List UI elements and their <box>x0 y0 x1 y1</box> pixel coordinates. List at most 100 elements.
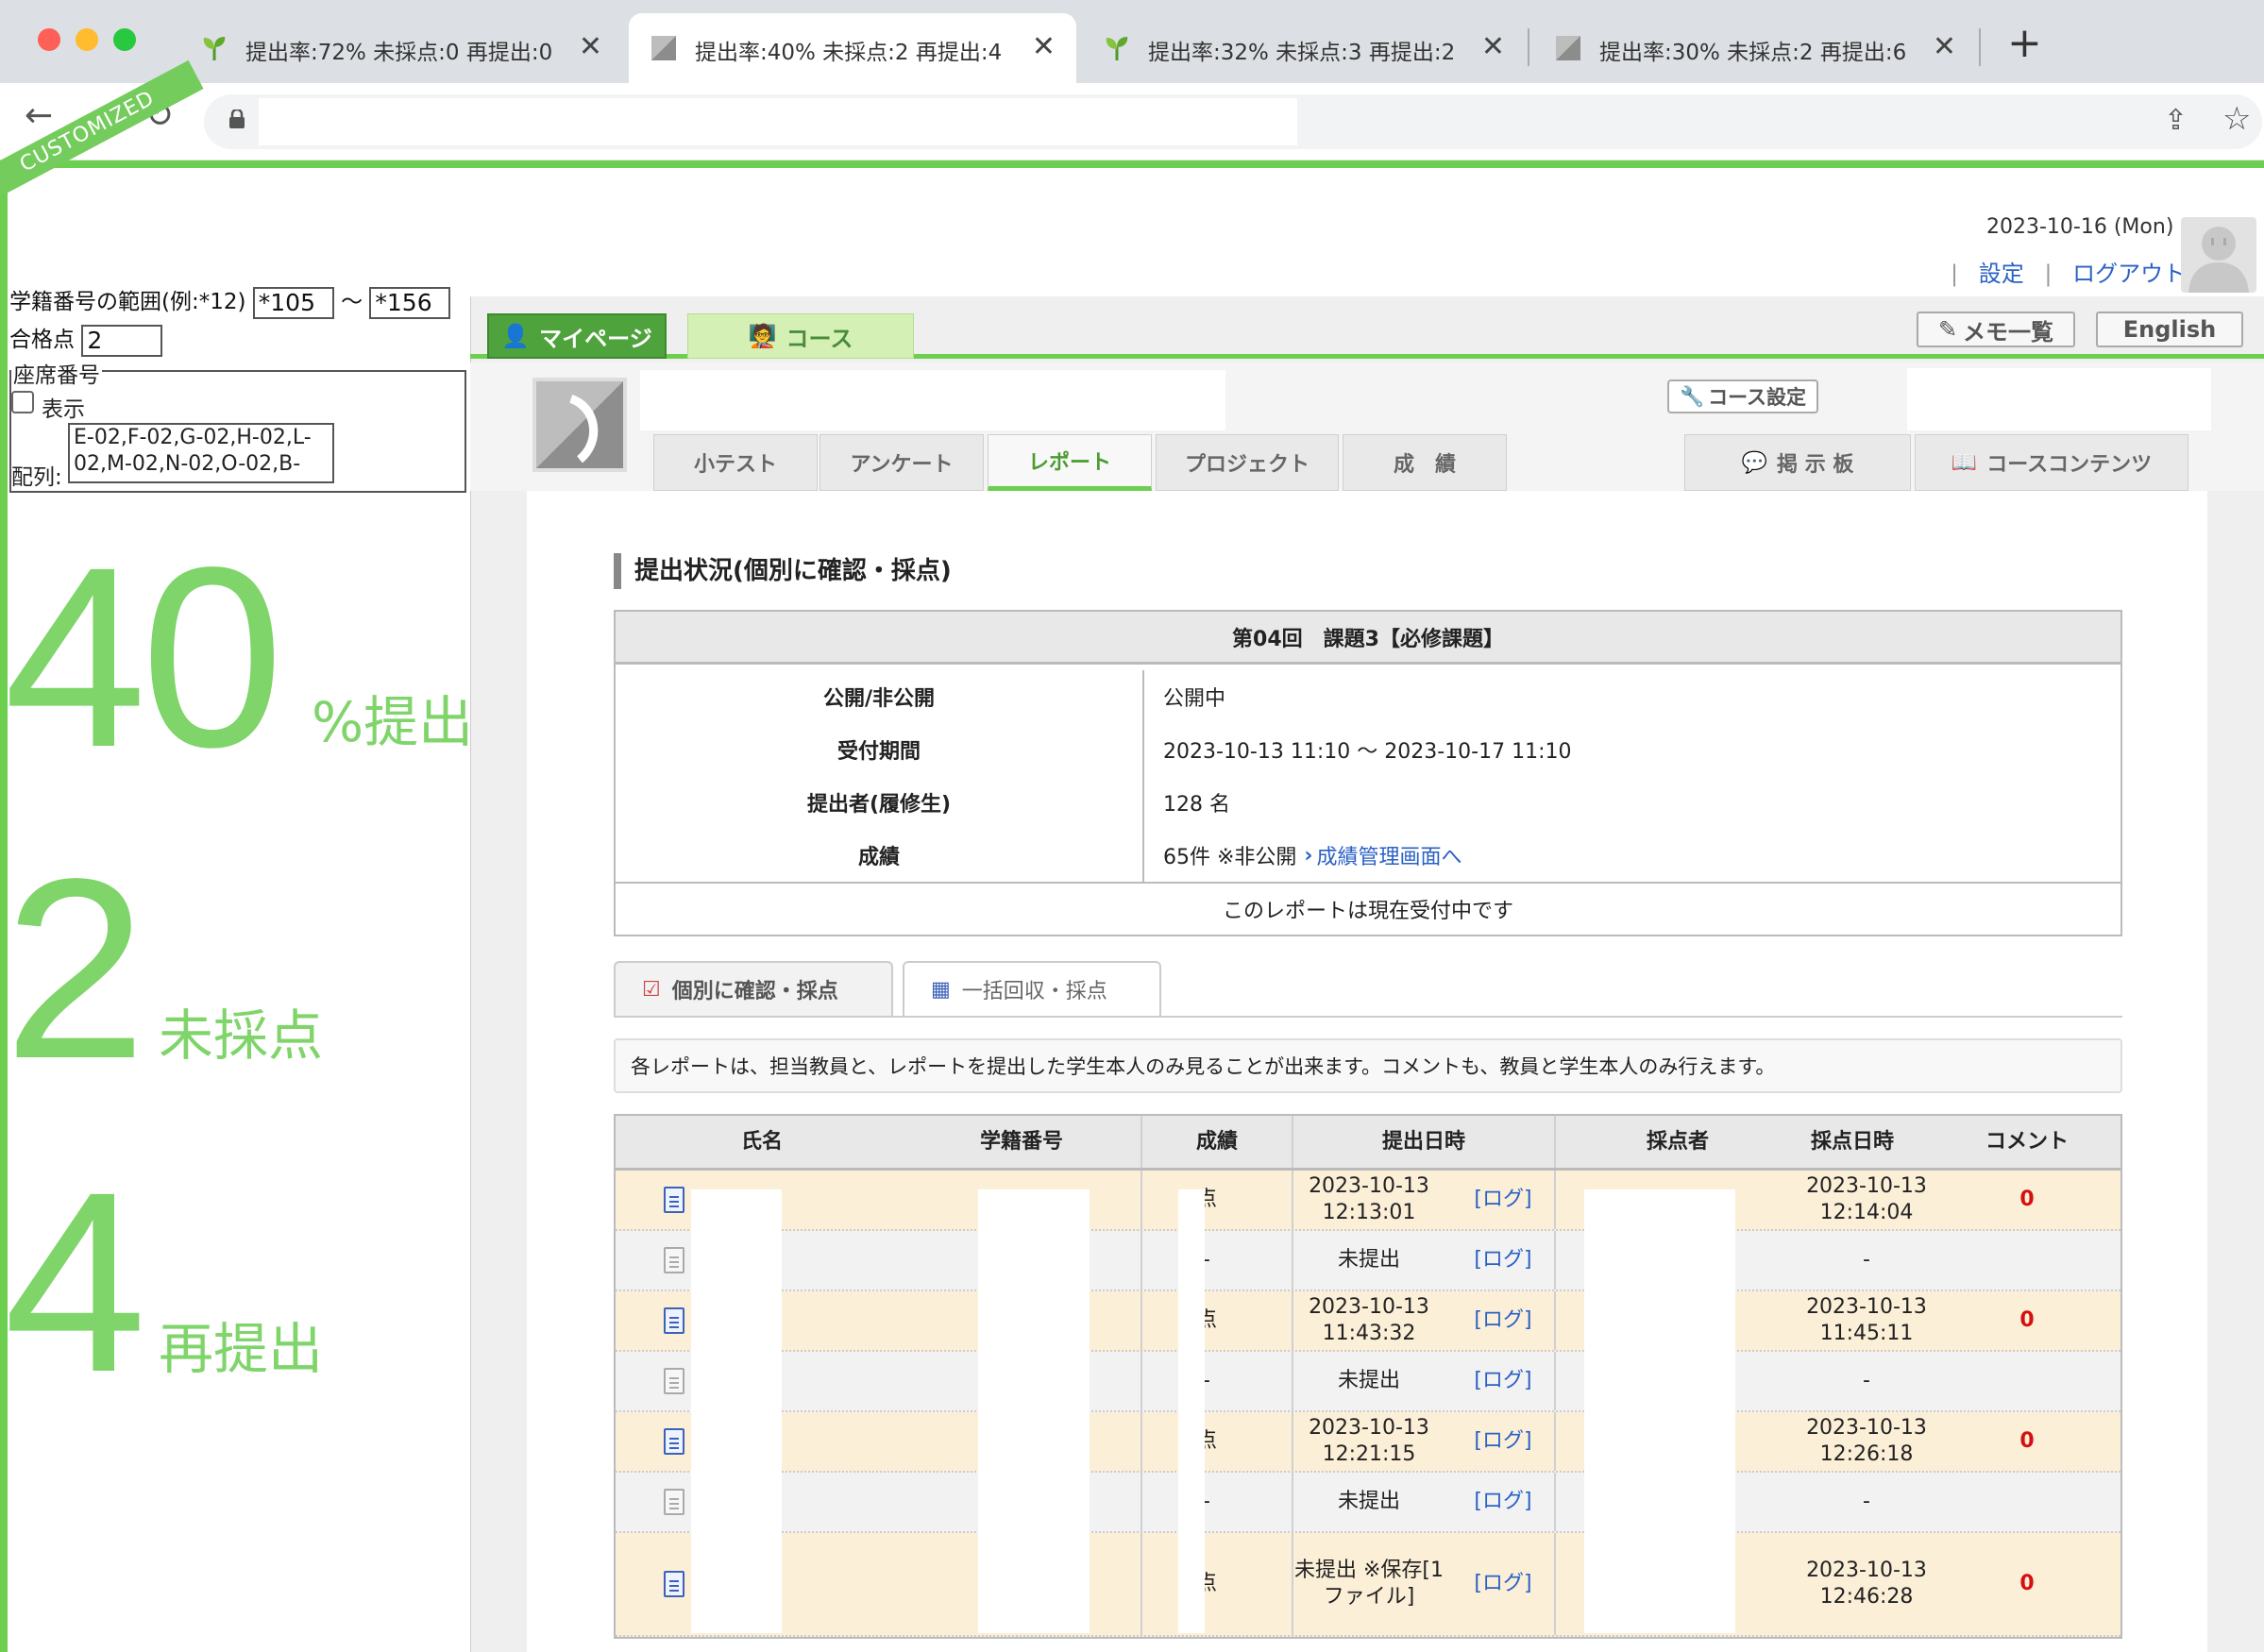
submit-rate-value: 40 <box>4 514 284 801</box>
report-file-icon[interactable] <box>653 1291 695 1350</box>
info-row-period: 受付期間 2023-10-13 11:10 〜 2023-10-17 11:10 <box>616 723 2120 776</box>
course-setting-button[interactable]: 🔧 コース設定 <box>1667 379 1818 413</box>
col-student-id[interactable]: 学籍番号 <box>946 1116 1097 1168</box>
graded-cell: 2023-10-13 12:46:28 <box>1806 1559 1927 1609</box>
subtab-project[interactable]: プロジェクト <box>1156 434 1339 491</box>
grade-management-link[interactable]: 成績管理画面へ <box>1317 840 1462 870</box>
teacher-board-icon: 🧑‍🏫 <box>748 323 777 349</box>
comment-count[interactable] <box>1956 1473 2098 1531</box>
avatar[interactable] <box>2181 217 2256 293</box>
log-link[interactable]: [ログ] <box>1465 1231 1541 1290</box>
pass-label: 合格点 <box>9 328 75 352</box>
privacy-notice: 各レポートは、担当教員と、レポートを提出した学生本人のみ見ることが出来ます。コメ… <box>614 1038 2122 1093</box>
log-link[interactable]: [ログ] <box>1465 1291 1541 1350</box>
log-link[interactable]: [ログ] <box>1465 1473 1541 1531</box>
range-separator: 〜 <box>341 290 363 314</box>
english-button[interactable]: English <box>2096 312 2243 347</box>
settings-link[interactable]: 設定 <box>1979 261 2024 287</box>
col-submitted[interactable]: 提出日時 <box>1293 1116 1554 1168</box>
subtab-board[interactable]: 💬 掲 示 板 <box>1684 434 1911 491</box>
speech-bubble-icon: 💬 <box>1741 450 1768 475</box>
close-icon[interactable]: ✕ <box>1933 30 1956 63</box>
subtab-report[interactable]: レポート <box>988 434 1152 491</box>
report-file-icon[interactable] <box>653 1171 695 1229</box>
url-field[interactable] <box>259 98 1297 145</box>
header-links: | 設定 | ログアウト <box>1951 255 2186 288</box>
tab-course[interactable]: 🧑‍🏫 コース <box>687 313 914 359</box>
log-link[interactable]: [ログ] <box>1465 1352 1541 1410</box>
comment-count[interactable]: 0 <box>1956 1412 2098 1471</box>
submitted-cell: 2023-10-13 12:21:15 <box>1309 1416 1429 1466</box>
report-file-icon[interactable] <box>653 1231 695 1290</box>
comment-count[interactable]: 0 <box>1956 1533 2098 1635</box>
tab-mypage[interactable]: 👤 マイページ <box>487 313 667 359</box>
browser-tab[interactable]: 提出率:32% 未採点:3 再提出:2 ✕ <box>1082 13 1526 83</box>
col-divider <box>1554 1352 1556 1410</box>
close-icon[interactable]: ✕ <box>1032 30 1056 63</box>
grade-mask <box>1178 1189 1205 1633</box>
new-tab-button[interactable]: + <box>2007 19 2042 67</box>
back-arrow-icon[interactable]: ← <box>25 96 53 135</box>
window-minimize-button[interactable] <box>76 28 98 51</box>
col-grader[interactable]: 採点者 <box>1607 1116 1749 1168</box>
address-bar[interactable] <box>204 94 2262 149</box>
subtab-grades[interactable]: 成 績 <box>1343 434 1507 491</box>
course-name <box>640 370 1225 430</box>
report-file-icon[interactable] <box>653 1533 695 1635</box>
resubmit-label: 再提出 <box>159 1317 324 1381</box>
col-graded[interactable]: 採点日時 <box>1749 1116 1956 1168</box>
tab-label: 一括回収・採点 <box>961 980 1107 1003</box>
range-from-input[interactable]: *105 <box>252 286 334 319</box>
subtab-course-contents[interactable]: 📖 コースコンテンツ <box>1915 434 2188 491</box>
report-file-icon[interactable] <box>653 1412 695 1471</box>
course-logo-image <box>536 381 623 468</box>
log-link[interactable]: [ログ] <box>1465 1533 1541 1635</box>
log-link[interactable]: [ログ] <box>1465 1412 1541 1471</box>
window-close-button[interactable] <box>38 28 60 51</box>
browser-tab-active[interactable]: 提出率:40% 未採点:2 再提出:4 ✕ <box>629 13 1076 83</box>
tab-bulk-grading[interactable]: ▦ 一括回収・採点 <box>903 961 1161 1016</box>
close-icon[interactable]: ✕ <box>1481 30 1505 63</box>
tab-individual-grading[interactable]: ☑ 個別に確認・採点 <box>614 961 893 1016</box>
subtab-survey[interactable]: アンケート <box>819 434 984 491</box>
range-row: 学籍番号の範囲(例:*12) *105 〜 *156 <box>9 283 451 319</box>
col-divider <box>1554 1533 1556 1635</box>
pass-score-input[interactable]: 2 <box>81 324 163 357</box>
bookmark-star-icon[interactable]: ☆ <box>2222 100 2251 138</box>
comment-count[interactable]: 0 <box>1956 1171 2098 1229</box>
report-file-icon[interactable] <box>653 1473 695 1531</box>
document-icon <box>664 1489 684 1515</box>
col-divider <box>1140 1291 1142 1350</box>
show-checkbox[interactable] <box>11 391 34 413</box>
col-divider <box>1554 1171 1556 1229</box>
subtab-quiz[interactable]: 小テスト <box>653 434 818 491</box>
graded-cell: - <box>1863 1248 1870 1272</box>
window-zoom-button[interactable] <box>113 28 136 51</box>
grade-count: 65件 ※非公開 <box>1163 846 1297 869</box>
col-divider <box>1554 1116 1556 1168</box>
tab-title: 提出率:30% 未採点:2 再提出:6 <box>1599 41 1907 65</box>
seat-array-textarea[interactable]: E-02,F-02,G-02,H-02,L-02,M-02,N-02,O-02,… <box>68 423 334 483</box>
share-icon[interactable]: ⇪ <box>2164 104 2188 137</box>
browser-tab[interactable]: 提出率:30% 未採点:2 再提出:6 ✕ <box>1533 13 1977 83</box>
browser-tab[interactable]: 提出率:72% 未採点:0 再提出:0 ✕ <box>179 13 623 83</box>
header-separator: | <box>1951 261 1959 287</box>
document-icon <box>664 1247 684 1273</box>
document-icon <box>664 1368 684 1394</box>
range-to-input[interactable]: *156 <box>369 286 451 319</box>
info-value: 2023-10-13 11:10 〜 2023-10-17 11:10 <box>1142 723 1571 776</box>
col-grade[interactable]: 成績 <box>1142 1116 1292 1168</box>
sprout-favicon-icon <box>1106 37 1128 60</box>
comment-count[interactable]: 0 <box>1956 1291 2098 1350</box>
logout-link[interactable]: ログアウト <box>2072 261 2186 287</box>
col-name[interactable]: 氏名 <box>672 1116 852 1168</box>
browser-tab-bar: 提出率:72% 未採点:0 再提出:0 ✕ 提出率:40% 未採点:2 再提出:… <box>0 0 2264 83</box>
log-link[interactable]: [ログ] <box>1465 1171 1541 1229</box>
comment-count[interactable] <box>1956 1231 2098 1290</box>
report-status: このレポートは現在受付中です <box>616 882 2120 935</box>
comment-count[interactable] <box>1956 1352 2098 1410</box>
memo-list-button[interactable]: ✎ メモ一覧 <box>1917 312 2075 347</box>
close-icon[interactable]: ✕ <box>579 30 602 63</box>
report-file-icon[interactable] <box>653 1352 695 1410</box>
col-divider <box>1140 1473 1142 1531</box>
